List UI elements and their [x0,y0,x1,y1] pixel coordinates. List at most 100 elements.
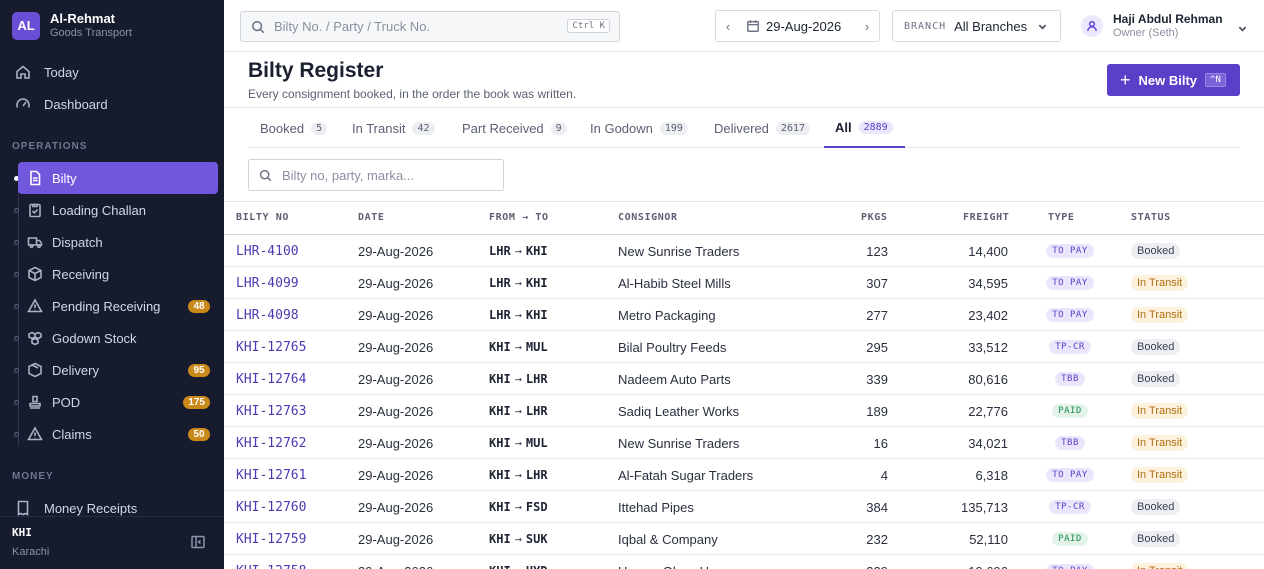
next-date-button[interactable]: › [855,19,879,34]
bilty-date: 29-Aug-2026 [358,467,434,483]
sidebar-item-delivery[interactable]: Delivery 95 [18,354,218,386]
bilty-number-link[interactable]: KHI-12763 [236,395,306,427]
status-badge: In Transit [1131,275,1189,291]
consignor: Iqbal & Company [618,531,718,547]
route-to: FSD [525,500,548,514]
table-row[interactable]: KHI-12765 29-Aug-2026 KHI → MUL Bilal Poultry… [224,331,1264,363]
brand[interactable]: AL Al-Rehmat Goods Transport [12,11,132,40]
sidebar-item-loading-challan[interactable]: Loading Challan [18,194,218,226]
pkgs: 295 [866,339,888,355]
search-icon [259,169,272,181]
sidebar-item-bilty[interactable]: Bilty [18,162,218,194]
bilty-number-link[interactable]: KHI-12761 [236,459,306,491]
freight: 34,021 [968,435,1008,451]
table-row[interactable]: LHR-4099 29-Aug-2026 LHR → KHI Al-Habib Steel… [224,267,1264,299]
table-row[interactable]: KHI-12761 29-Aug-2026 KHI → LHR Al-Fatah Suga… [224,459,1264,491]
page-subtitle: Every consignment booked, in the order t… [248,87,577,101]
freight: 80,616 [968,371,1008,387]
sidebar-item-dispatch[interactable]: Dispatch [18,226,218,258]
route: KHI → MUL [489,331,548,363]
bilty-number-link[interactable]: KHI-12764 [236,363,306,395]
clipboard-icon [26,201,44,219]
tab-booked[interactable]: Booked 5 [260,108,328,148]
user-role: Owner (Seth) [1113,27,1179,39]
warning-icon [26,425,44,443]
sidebar-footer: KHI Karachi [0,516,224,569]
bilty-number-link[interactable]: KHI-12759 [236,523,306,555]
bilty-number-link[interactable]: KHI-12765 [236,331,306,363]
table-row[interactable]: LHR-4100 29-Aug-2026 LHR → KHI New Sunrise Tr… [224,235,1264,267]
consignor: Nadeem Auto Parts [618,371,731,387]
tab-count: 9 [550,121,567,135]
freight: 6,318 [975,467,1008,483]
route-to: LHR [525,468,548,482]
plus-icon: + [1120,70,1131,90]
route: KHI → LHR [489,459,548,491]
search-icon [251,20,265,33]
tab-delivered[interactable]: Delivered 2617 [714,108,811,148]
arrow-right-icon: → [514,308,522,322]
tab-part-received[interactable]: Part Received 9 [462,108,567,148]
table-row[interactable]: LHR-4098 29-Aug-2026 LHR → KHI Metro Packagin… [224,299,1264,331]
sidebar-item-pod[interactable]: POD 175 [18,386,218,418]
warning-icon [26,297,44,315]
box-icon [26,265,44,283]
branch-select[interactable]: BRANCH All Branches [892,10,1061,42]
arrow-right-icon: → [514,468,522,482]
consignor: New Sunrise Traders [618,435,740,451]
payment-type-badge: TO PAY [1046,564,1094,569]
arrow-right-icon: → [514,244,522,258]
bilty-number-link[interactable]: LHR-4100 [236,235,299,267]
nav-item-dashboard[interactable]: Dashboard [14,93,214,115]
tab-count: 199 [659,121,688,135]
arrow-right-icon: → [514,276,522,290]
brand-name: Al-Rehmat [50,11,116,26]
table-filter-input[interactable]: Bilty no, party, marka... [248,159,504,191]
tab-in-transit[interactable]: In Transit 42 [352,108,435,148]
column-header-route[interactable]: FROM → TO [489,212,549,223]
bilty-number-link[interactable]: LHR-4098 [236,299,299,331]
bilty-number-link[interactable]: LHR-4099 [236,267,299,299]
table-row[interactable]: KHI-12764 29-Aug-2026 KHI → LHR Nadeem Auto P… [224,363,1264,395]
nav-item-today[interactable]: Today [14,61,214,83]
bilty-date: 29-Aug-2026 [358,403,434,419]
sidebar-item-godown-stock[interactable]: Godown Stock [18,322,218,354]
bilty-number-link[interactable]: KHI-12762 [236,427,306,459]
document-icon [26,169,44,187]
route-from: KHI [489,468,511,482]
column-header-bilty-no[interactable]: BILTY NO [236,212,289,223]
tab-all[interactable]: All 2889 [824,108,905,148]
table-row[interactable]: KHI-12763 29-Aug-2026 KHI → LHR Sadiq Leather… [224,395,1264,427]
arrow-right-icon: → [514,404,522,418]
user-menu[interactable]: Haji Abdul Rehman Owner (Seth) [1081,12,1248,40]
date-picker[interactable]: ‹ 29-Aug-2026 › [715,10,880,42]
pkgs: 229 [828,555,888,569]
brand-logo: AL [12,11,40,40]
column-header-pkgs[interactable]: PKGS [861,212,887,223]
column-header-type[interactable]: TYPE [1048,212,1074,223]
table-row[interactable]: KHI-12762 29-Aug-2026 KHI → MUL New Sunrise T… [224,427,1264,459]
bilty-date: 29-Aug-2026 [358,307,434,323]
pkgs: 4 [880,467,888,483]
gauge-icon [14,95,32,113]
column-header-date[interactable]: DATE [358,212,384,223]
boxes-icon [26,329,44,347]
sidebar-item-claims[interactable]: Claims 50 [18,418,218,450]
tab-count: 2617 [775,121,811,135]
column-header-status[interactable]: STATUS [1131,212,1171,223]
collapse-sidebar-icon[interactable] [190,534,206,550]
sidebar-item-pending-receiving[interactable]: Pending Receiving 48 [18,290,218,322]
global-search-input[interactable]: Bilty No. / Party / Truck No. Ctrl K [240,11,620,42]
table-row[interactable]: KHI-12759 29-Aug-2026 KHI → SUK Iqbal & Compa… [224,523,1264,555]
tab-in-godown[interactable]: In Godown 199 [590,108,688,148]
table-row[interactable]: KHI-12758 29-Aug-2026 KHI → HYD Usman Glass H… [224,555,1264,569]
new-bilty-button[interactable]: + New Bilty ^N [1107,64,1240,96]
tab-count: 42 [412,121,435,135]
column-header-freight[interactable]: FREIGHT [963,212,1009,223]
bilty-number-link[interactable]: KHI-12758 [236,555,306,569]
sidebar-item-receiving[interactable]: Receiving [18,258,218,290]
column-header-consignor[interactable]: CONSIGNOR [618,212,678,223]
bilty-number-link[interactable]: KHI-12760 [236,491,306,523]
prev-date-button[interactable]: ‹ [716,19,740,34]
table-row[interactable]: KHI-12760 29-Aug-2026 KHI → FSD Ittehad Pipes… [224,491,1264,523]
